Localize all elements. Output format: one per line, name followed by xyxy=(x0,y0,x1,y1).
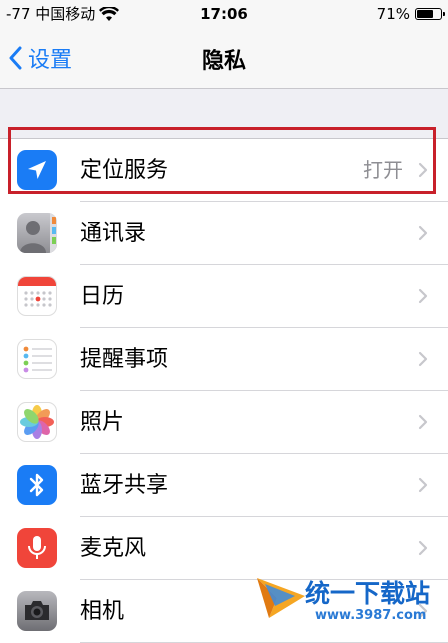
row-value: 打开 xyxy=(363,158,403,182)
chevron-right-icon xyxy=(418,540,428,556)
row-label: 定位服务 xyxy=(80,158,169,183)
reminders-icon xyxy=(17,339,57,379)
page-title: 隐私 xyxy=(201,49,246,74)
photos-icon xyxy=(17,402,57,442)
chevron-right-icon xyxy=(418,351,428,367)
chevron-right-icon xyxy=(418,477,428,493)
row-contacts[interactable]: 通讯录 xyxy=(0,202,448,265)
row-photos[interactable]: 照片 xyxy=(0,391,448,454)
calendar-icon xyxy=(17,276,57,316)
location-arrow-icon xyxy=(17,150,57,190)
chevron-right-icon xyxy=(418,288,428,304)
row-calendar[interactable]: 日历 xyxy=(0,265,448,328)
row-bluetooth-sharing[interactable]: 蓝牙共享 xyxy=(0,454,448,517)
watermark-url: www.3987.com xyxy=(315,608,427,623)
battery-fill xyxy=(417,10,433,18)
battery-percent: 71% xyxy=(376,5,410,23)
microphone-icon xyxy=(17,528,57,568)
chevron-right-icon xyxy=(418,225,428,241)
row-label: 照片 xyxy=(80,410,125,435)
navigation-bar: 设置 隐私 xyxy=(0,28,448,89)
status-bar: -77 中国移动 17:06 71% xyxy=(0,0,448,28)
battery-icon xyxy=(415,8,445,20)
row-location-services[interactable]: 定位服务 打开 xyxy=(0,139,448,202)
watermark-text: 统一下载站 xyxy=(305,579,431,608)
row-label: 蓝牙共享 xyxy=(80,473,169,498)
row-label: 提醒事项 xyxy=(80,347,169,372)
row-label: 日历 xyxy=(80,284,125,309)
row-label: 麦克风 xyxy=(80,536,147,561)
watermark: 统一下载站 www.3987.com xyxy=(255,570,440,628)
row-label: 相机 xyxy=(80,599,125,624)
row-reminders[interactable]: 提醒事项 xyxy=(0,328,448,391)
chevron-right-icon xyxy=(418,162,428,178)
contacts-icon xyxy=(17,213,57,253)
watermark-logo-icon xyxy=(257,578,305,618)
camera-icon xyxy=(17,591,57,631)
chevron-right-icon xyxy=(418,414,428,430)
bluetooth-icon xyxy=(17,465,57,505)
row-label: 通讯录 xyxy=(80,221,147,246)
status-right: 71% xyxy=(376,0,445,28)
privacy-list: 定位服务 打开 通讯录 日历 提醒事项 照片 蓝牙共享 麦克风 相机 xyxy=(0,138,448,643)
